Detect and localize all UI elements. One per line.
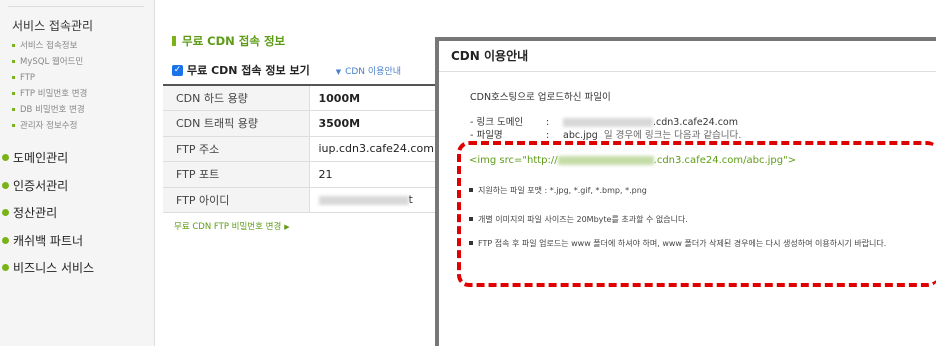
list-item: 지원하는 파일 포맷 : *.jpg, *.gif, *.bmp, *.png — [469, 184, 936, 197]
notes-list: 지원하는 파일 포맷 : *.jpg, *.gif, *.bmp, *.png … — [469, 184, 936, 250]
sidebar-item-ftp-password[interactable]: FTP 비밀번호 변경 — [12, 86, 87, 102]
sidebar-item-mysql-admin[interactable]: MySQL 웹어드민 — [12, 54, 87, 70]
bullet-icon — [2, 209, 9, 216]
row-value: 21 — [309, 161, 450, 188]
square-bullet-icon — [469, 188, 473, 192]
cdn-info-toggle: ✓ 무료 CDN 접속 정보 보기 ▼ CDN 이용안내 — [172, 62, 401, 78]
blurred-text — [563, 118, 653, 127]
list-item: FTP 접속 후 파일 업로드는 www 폴더에 하셔야 하며, www 폴더가… — [469, 237, 936, 250]
blurred-text — [557, 155, 654, 165]
sidebar-sub-menu: 서비스 접속정보 MySQL 웹어드민 FTP FTP 비밀번호 변경 DB 비… — [12, 38, 87, 134]
bullet-icon — [2, 236, 9, 244]
square-bullet-icon — [469, 241, 473, 245]
triangle-right-icon: ▶ — [284, 223, 290, 231]
square-bullet-icon — [469, 217, 473, 221]
sidebar: 서비스 접속관리 서비스 접속정보 MySQL 웹어드민 FTP FTP 비밀번… — [0, 0, 155, 346]
popup-title: CDN 이용안내 — [439, 41, 936, 72]
example-code: <img src="http://.cdn3.cafe24.com/abc.jp… — [469, 155, 797, 166]
list-item: 개별 이미지의 파일 사이즈는 20Mbyte를 초과할 수 없습니다. — [469, 213, 936, 226]
table-row: FTP 주소 iup.cdn3.cafe24.com — [163, 136, 450, 162]
checkbox-label[interactable]: 무료 CDN 접속 정보 보기 — [187, 62, 310, 78]
row-value: 1000M — [309, 85, 450, 111]
bullet-icon — [12, 92, 15, 95]
row-key: FTP 아이디 — [163, 187, 310, 213]
table-row: FTP 아이디 t — [163, 187, 450, 213]
triangle-down-icon: ▼ — [335, 67, 342, 76]
row-key: FTP 주소 — [163, 136, 310, 162]
cdn-info-table: CDN 하드 용량 1000M CDN 트래픽 용량 3500M FTP 주소 … — [163, 84, 450, 213]
cdn-guide-popup: CDN 이용안내 CDN호스팅으로 업로드하신 파일이 - 링크 도메인: .cd… — [435, 37, 936, 346]
sidebar-main-menu: 도메인관리 인증서관리 정산관리 캐쉬백 파트너 비즈니스 서비스 — [2, 150, 94, 288]
sidebar-item-certificate[interactable]: 인증서관리 — [2, 178, 94, 206]
filename-row: - 파일명: abc.jpg 일 경우에 링크는 다음과 같습니다. — [470, 130, 742, 141]
sidebar-section-title[interactable]: 서비스 접속관리 — [12, 17, 93, 34]
title-bar-icon — [172, 36, 176, 46]
popup-description: CDN호스팅으로 업로드하신 파일이 — [470, 92, 611, 103]
sidebar-item-admin-info[interactable]: 관리자 정보수정 — [12, 118, 87, 134]
table-row: CDN 하드 용량 1000M — [163, 85, 450, 111]
page-title: 무료 CDN 접속 정보 — [172, 33, 285, 49]
cdn-guide-link[interactable]: ▼ CDN 이용안내 — [336, 64, 401, 77]
sidebar-item-ftp[interactable]: FTP — [12, 70, 87, 86]
bullet-icon — [12, 44, 15, 47]
show-cdn-info-checkbox[interactable]: ✓ — [172, 64, 183, 76]
sidebar-item-business[interactable]: 비즈니스 서비스 — [2, 260, 94, 288]
row-key: CDN 하드 용량 — [163, 85, 310, 111]
bullet-icon — [12, 108, 15, 111]
row-value: iup.cdn3.cafe24.com — [309, 136, 450, 162]
blurred-text — [318, 195, 409, 205]
bullet-icon — [12, 76, 15, 79]
bullet-icon — [2, 154, 9, 161]
sidebar-item-domain[interactable]: 도메인관리 — [2, 150, 94, 178]
row-key: FTP 포트 — [163, 161, 310, 188]
sidebar-item-billing[interactable]: 정산관리 — [2, 205, 94, 233]
row-key: CDN 트래픽 용량 — [163, 110, 310, 137]
sidebar-item-service-info[interactable]: 서비스 접속정보 — [12, 38, 87, 54]
row-value: t — [309, 187, 450, 213]
bullet-icon — [12, 124, 15, 127]
sidebar-divider — [8, 6, 144, 7]
ftp-password-change-link[interactable]: 무료 CDN FTP 비밀번호 변경 ▶ — [174, 220, 290, 232]
table-row: CDN 트래픽 용량 3500M — [163, 110, 450, 137]
table-row: FTP 포트 21 — [163, 161, 450, 188]
bullet-icon — [2, 264, 9, 271]
sidebar-item-db-password[interactable]: DB 비밀번호 변경 — [12, 102, 87, 118]
sidebar-item-cashback[interactable]: 캐쉬백 파트너 — [2, 233, 94, 261]
bullet-icon — [12, 60, 15, 63]
row-value: 3500M — [309, 110, 450, 137]
bullet-icon — [2, 181, 9, 189]
link-domain-row: - 링크 도메인: .cdn3.cafe24.com — [470, 117, 738, 128]
